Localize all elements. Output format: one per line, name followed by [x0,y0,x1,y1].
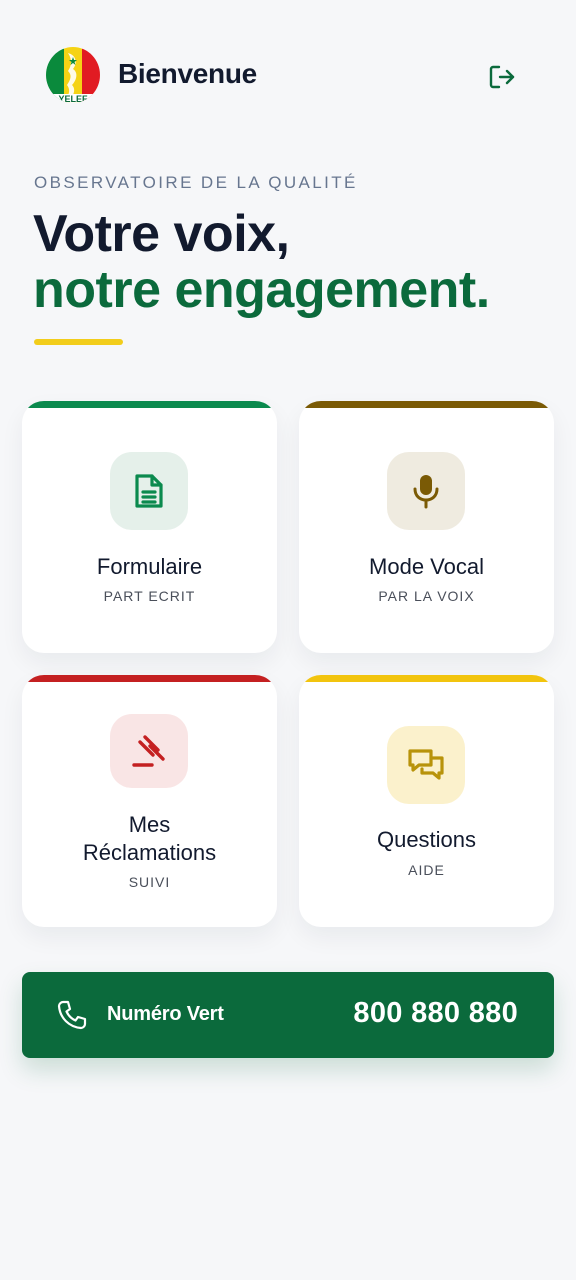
logout-icon [489,65,515,89]
formulaire-icon-box [110,452,188,530]
questions-icon-box [387,726,465,804]
card-title-line-1: Mes [128,812,171,837]
chat-icon [408,749,444,780]
card-subtitle: AIDE [408,862,445,878]
card-formulaire[interactable]: Formulaire PART ECRIT [22,401,277,653]
card-title: Formulaire [96,554,203,579]
card-subtitle: PART ECRIT [103,588,196,604]
card-subtitle: PAR LA VOIX [378,588,475,604]
card-subtitle: SUIVI [128,874,171,890]
section-eyebrow: OBSERVATOIRE DE LA QUALITÉ [34,173,358,192]
hotline-number[interactable]: 800 880 880 [353,997,518,1030]
card-title: Questions [376,827,477,852]
welcome-title: Bienvenue [118,58,257,89]
card-mode-vocal[interactable]: Mode Vocal PAR LA VOIX [299,401,554,653]
card-mes-reclamations[interactable]: Mes Réclamations SUIVI [22,675,277,927]
svg-text:YELEF: YELEF [58,94,88,103]
card-title-line-2: Réclamations [82,840,217,865]
document-icon [135,474,163,508]
mode-vocal-icon-box [387,452,465,530]
card-title: Mode Vocal [369,554,484,579]
logout-button[interactable] [486,62,518,92]
app-header: YELEF Bienvenue [0,0,576,150]
reclamations-icon-box [110,714,188,788]
headline-line-1: Votre voix, [33,205,290,263]
app-logo: YELEF [46,47,100,103]
card-questions[interactable]: Questions AIDE [299,675,554,927]
gavel-icon [132,735,165,767]
phone-icon [56,999,88,1036]
hotline-label: Numéro Vert [107,1003,224,1025]
microphone-icon [413,475,439,509]
accent-underline [34,339,123,345]
hotline-banner[interactable]: Numéro Vert 800 880 880 [22,972,554,1058]
headline-line-2: notre engagement. [33,261,490,319]
